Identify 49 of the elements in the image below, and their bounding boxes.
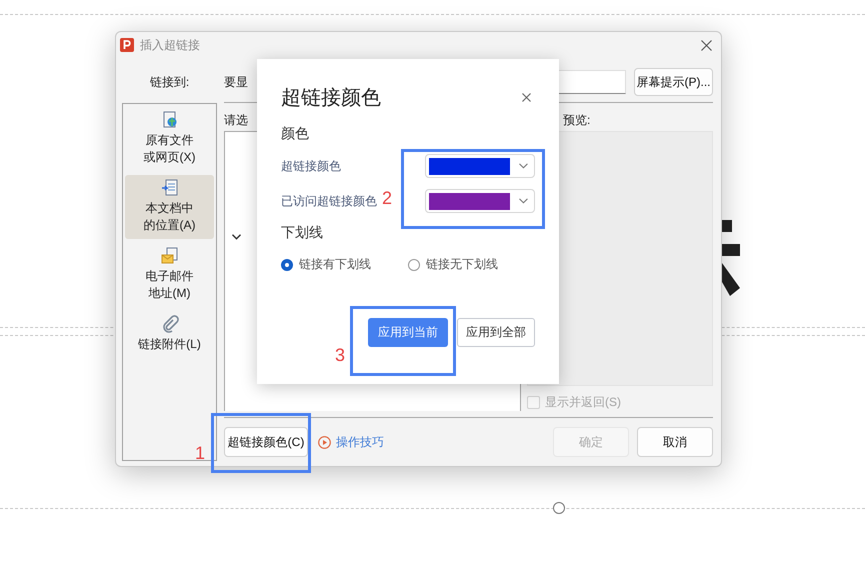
step-number: 3 — [335, 345, 346, 365]
color-label: 已访问超链接颜色 — [281, 192, 377, 210]
checkbox-label: 显示并返回(S) — [545, 394, 621, 411]
sidebar-item-label: 的位置(A) — [144, 217, 196, 234]
chevron-icon — [519, 163, 528, 169]
window-title: 插入超链接 — [140, 36, 201, 54]
popup-title: 超链接颜色 — [281, 86, 381, 110]
cancel-button[interactable]: 取消 — [637, 427, 713, 457]
sidebar-item[interactable]: 本文档中 的位置(A) — [125, 175, 214, 239]
display-text-label: 要显 — [224, 74, 249, 90]
sidebar-item-label: 或网页(X) — [144, 149, 196, 166]
sidebar-item-label: 原有文件 — [146, 132, 194, 149]
step-number: 1 — [195, 443, 206, 463]
color-dropdown[interactable] — [425, 154, 535, 178]
chevron-icon[interactable] — [232, 234, 241, 240]
step-number: 2 — [382, 188, 392, 208]
apply-current-button[interactable]: 应用到当前 — [368, 318, 448, 347]
sidebar-item[interactable]: 链接附件(L) — [125, 311, 214, 358]
close-icon[interactable] — [522, 92, 531, 102]
document-icon — [160, 179, 178, 197]
chevron-icon — [519, 198, 528, 204]
section-heading: 下划线 — [281, 224, 324, 242]
app-icon — [120, 38, 134, 52]
paperclip-icon — [160, 315, 178, 333]
sidebar-item[interactable]: 原有文件 或网页(X) — [125, 107, 214, 171]
screen-tip-button[interactable]: 屏幕提示(P)... — [634, 68, 713, 96]
close-icon[interactable] — [701, 40, 712, 50]
envelope-icon — [160, 247, 178, 265]
hyperlink-color-button[interactable]: 超链接颜色(C) — [224, 427, 308, 457]
section-heading: 颜色 — [281, 125, 310, 143]
radio-label: 链接有下划线 — [299, 256, 371, 273]
link-to-label: 链接到: — [148, 74, 190, 91]
resize-handle[interactable] — [553, 502, 565, 514]
sidebar-item-label: 本文档中 — [146, 200, 194, 217]
radio-button[interactable] — [408, 258, 420, 270]
select-label: 请选 — [224, 113, 248, 127]
file-globe-icon — [160, 111, 178, 129]
sidebar-item-label: 链接附件(L) — [138, 336, 201, 353]
sidebar-item-label: 电子邮件 — [146, 268, 194, 285]
color-label: 超链接颜色 — [281, 158, 341, 174]
play-icon — [318, 436, 331, 448]
sidebar-item-label: 地址(M) — [148, 285, 190, 302]
radio-label: 链接无下划线 — [426, 256, 498, 273]
sidebar-item[interactable]: 电子邮件 地址(M) — [125, 243, 214, 307]
color-dropdown[interactable] — [425, 189, 535, 213]
tips-link[interactable]: 操作技巧 — [336, 434, 384, 450]
apply-all-button[interactable]: 应用到全部 — [457, 318, 535, 347]
radio-button[interactable] — [281, 258, 293, 270]
preview-label: 预览: — [562, 113, 592, 127]
